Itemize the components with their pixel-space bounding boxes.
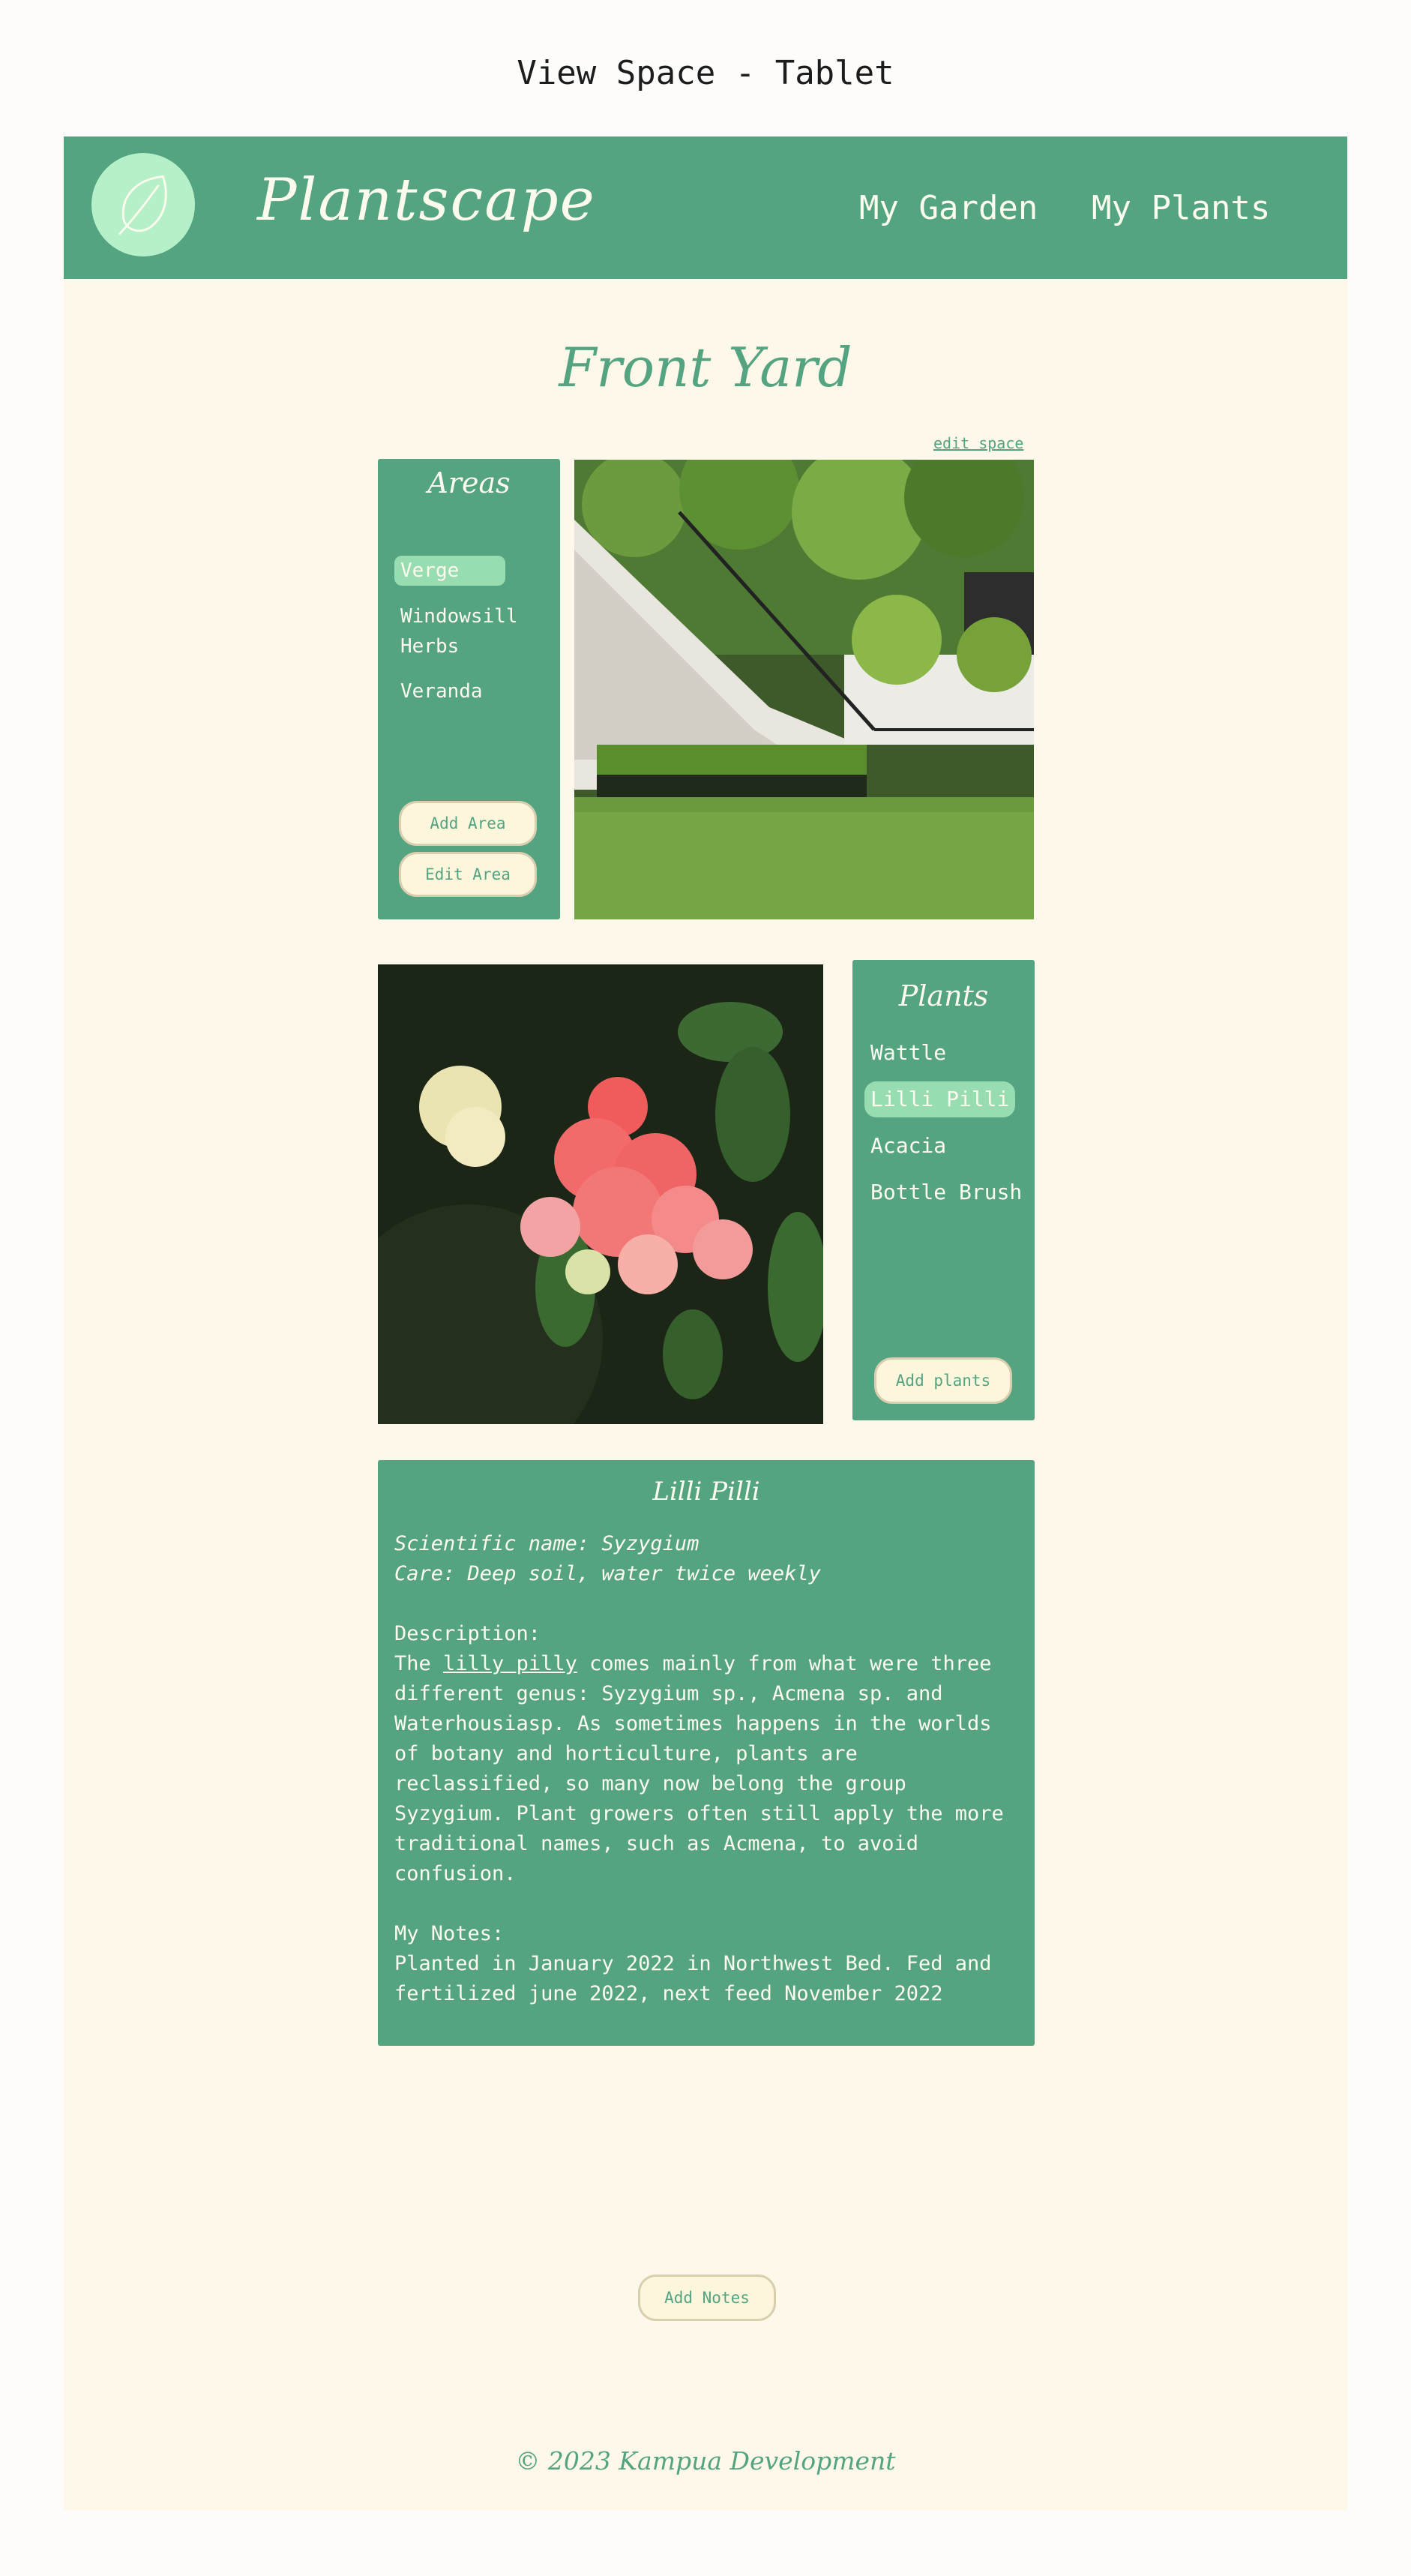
areas-title: Areas [427, 466, 511, 499]
brand-name: Plantscape [257, 166, 596, 234]
edit-space-link[interactable]: edit space [933, 434, 1023, 452]
plant-item-lilli-pilli[interactable]: Lilli Pilli [864, 1081, 1016, 1117]
notes-label: My Notes: [394, 1922, 505, 1945]
plant-item-bottle-brush[interactable]: Bottle Brush [864, 1174, 1028, 1210]
care-info: Care: Deep soil, water twice weekly [394, 1562, 821, 1585]
description-text: comes mainly from what were three differ… [394, 1652, 1004, 1885]
page-heading: View Space - Tablet [517, 54, 894, 92]
edit-area-button[interactable]: Edit Area [399, 852, 537, 897]
area-item-windowsill-herbs[interactable]: Windowsill Herbs [394, 601, 529, 661]
app-frame: Plantscape My Garden My Plants Front Yar… [64, 136, 1347, 2510]
plant-item-wattle[interactable]: Wattle [864, 1035, 952, 1071]
description-label: Description: [394, 1622, 541, 1645]
plant-info-link[interactable]: lilly pilly [443, 1652, 577, 1675]
nav-my-plants[interactable]: My Plants [1092, 189, 1270, 227]
plant-photo [378, 964, 823, 1424]
add-notes-button[interactable]: Add Notes [638, 2275, 776, 2321]
leaf-icon [118, 175, 167, 235]
areas-panel: Areas Verge Windowsill Herbs Veranda Add… [378, 459, 560, 919]
space-title: Front Yard [559, 336, 852, 399]
plant-details-title: Lilli Pilli [652, 1477, 760, 1507]
plants-title: Plants [898, 979, 989, 1012]
plant-item-acacia[interactable]: Acacia [864, 1128, 952, 1164]
logo[interactable] [91, 153, 195, 256]
scientific-name: Scientific name: Syzygium [394, 1532, 700, 1555]
area-item-verge[interactable]: Verge [394, 556, 505, 586]
description-prefix: The [394, 1652, 444, 1675]
header: Plantscape My Garden My Plants [64, 136, 1347, 279]
plants-panel: Plants Wattle Lilli Pilli Acacia Bottle … [852, 960, 1035, 1420]
footer: © 2023 Kampua Development [515, 2446, 896, 2476]
nav-my-garden[interactable]: My Garden [859, 189, 1038, 227]
add-area-button[interactable]: Add Area [399, 801, 537, 846]
plant-details-panel: Lilli Pilli Scientific name: Syzygium Ca… [378, 1460, 1035, 2046]
space-photo [574, 460, 1034, 919]
add-plants-button[interactable]: Add plants [874, 1357, 1012, 1404]
plant-details-body: Scientific name: Syzygium Care: Deep soi… [394, 1529, 1018, 2009]
area-item-veranda[interactable]: Veranda [394, 676, 541, 706]
notes-text: Planted in January 2022 in Northwest Bed… [394, 1952, 992, 2005]
